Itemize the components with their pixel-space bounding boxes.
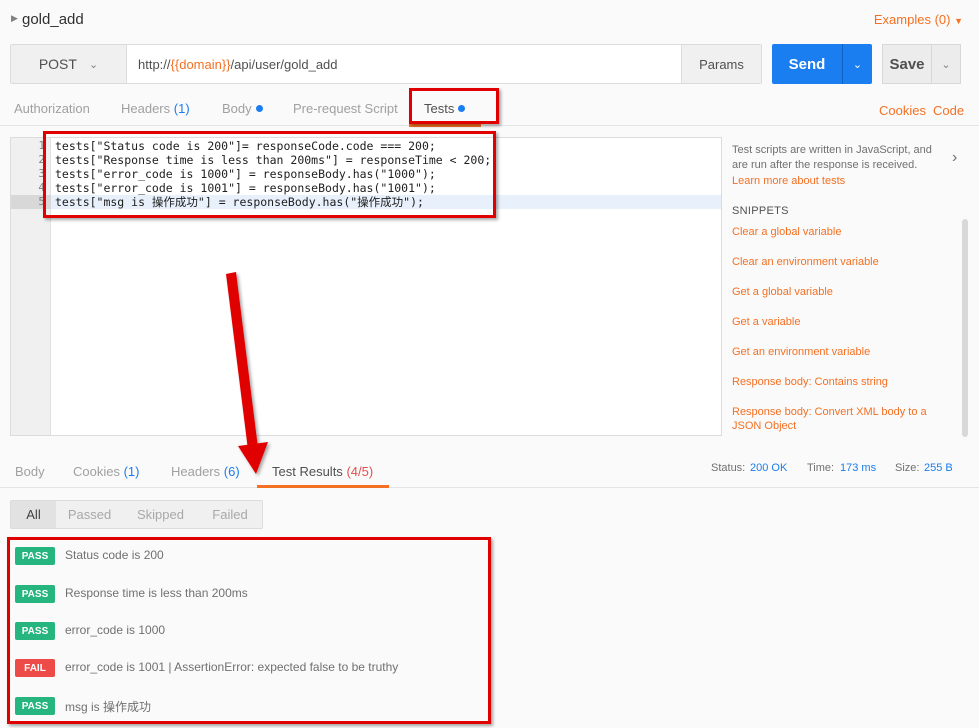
result-filter: All Passed Skipped Failed xyxy=(10,500,263,529)
annotation-box-results xyxy=(7,537,491,724)
time-label: Time: xyxy=(807,462,835,474)
params-button[interactable]: Params xyxy=(681,45,761,83)
annotation-box-code xyxy=(43,131,496,218)
modified-dot-icon xyxy=(255,105,263,112)
request-name[interactable]: gold_add xyxy=(22,11,84,28)
tab-test-results-label: Test Results xyxy=(272,464,343,479)
tab-headers-label: Headers xyxy=(121,101,171,116)
tab-headers-count: (6) xyxy=(223,464,240,479)
url-input[interactable]: http://{{domain}}/api/user/gold_add xyxy=(138,57,338,72)
tab-headers-count: (1) xyxy=(173,101,190,116)
snippets-heading: SNIPPETS xyxy=(732,205,789,217)
line-number: 4 xyxy=(38,181,45,194)
line-number: 2 xyxy=(38,153,45,166)
tab-body[interactable]: Body xyxy=(222,101,263,116)
tab-response-cookies[interactable]: Cookies (1) xyxy=(73,464,139,479)
line-number: 5 xyxy=(38,195,45,208)
examples-dropdown[interactable]: Examples (0) ▼ xyxy=(874,12,963,27)
snippets-panel: Test scripts are written in JavaScript, … xyxy=(722,137,979,437)
tab-body-label: Body xyxy=(222,101,252,116)
chevron-down-icon: ⌄ xyxy=(88,58,99,71)
status-value: 200 OK xyxy=(750,462,788,474)
tab-headers-label: Headers xyxy=(171,464,221,479)
url-bar: POST ⌄ http://{{domain}}/api/user/gold_a… xyxy=(10,44,762,84)
chevron-right-icon[interactable]: › xyxy=(952,149,957,167)
caret-right-icon[interactable]: ▶ xyxy=(11,13,18,24)
chevron-down-icon: ⌄ xyxy=(852,58,863,71)
snippet-item[interactable]: Clear a global variable xyxy=(732,225,952,239)
size-label: Size: xyxy=(895,462,920,474)
send-dropdown-button[interactable]: ⌄ xyxy=(842,44,872,84)
save-dropdown-button[interactable]: ⌄ xyxy=(931,44,961,84)
method-select[interactable]: POST ⌄ xyxy=(11,45,127,83)
snippet-item[interactable]: Response body: Contains string xyxy=(732,375,952,389)
tab-pre-request-script[interactable]: Pre-request Script xyxy=(293,101,398,116)
snippet-item[interactable]: Get an environment variable xyxy=(732,345,952,359)
chevron-down-icon: ⌄ xyxy=(941,58,951,71)
tab-cookies-count: (1) xyxy=(123,464,140,479)
active-tab-indicator xyxy=(409,124,481,127)
snippets-scrollbar[interactable] xyxy=(962,219,968,437)
snippet-item[interactable]: Response body: Convert XML body to a JSO… xyxy=(732,405,952,433)
snippet-item[interactable]: Get a global variable xyxy=(732,285,952,299)
size-value: 255 B xyxy=(924,462,953,474)
tab-test-results-count: (4/5) xyxy=(346,464,374,479)
annotation-box-tests-tab xyxy=(409,88,499,124)
tab-response-body[interactable]: Body xyxy=(15,464,45,479)
send-button[interactable]: Send xyxy=(772,44,842,84)
time-value: 173 ms xyxy=(840,462,877,474)
line-number: 1 xyxy=(38,139,45,152)
filter-failed[interactable]: Failed xyxy=(198,501,262,528)
url-path: /api/user/gold_add xyxy=(230,57,338,72)
filter-all[interactable]: All xyxy=(11,501,56,528)
cookies-link[interactable]: Cookies xyxy=(879,103,926,118)
tab-test-results[interactable]: Test Results (4/5) xyxy=(272,464,373,479)
tab-response-headers[interactable]: Headers (6) xyxy=(171,464,240,479)
url-variable: {{domain}} xyxy=(170,57,231,72)
method-label: POST xyxy=(38,56,77,72)
tab-cookies-label: Cookies xyxy=(73,464,120,479)
code-link[interactable]: Code xyxy=(933,103,964,118)
snippet-item[interactable]: Get a variable xyxy=(732,315,952,329)
tab-headers[interactable]: Headers (1) xyxy=(121,101,190,116)
examples-label: Examples (0) xyxy=(873,12,951,27)
tab-authorization[interactable]: Authorization xyxy=(14,101,90,116)
active-tab-indicator xyxy=(257,485,389,488)
line-number: 3 xyxy=(38,167,45,180)
caret-down-icon: ▼ xyxy=(954,16,963,26)
snippets-description: Test scripts are written in JavaScript, … xyxy=(732,144,932,171)
status-label: Status: xyxy=(711,462,746,474)
url-prefix: http:// xyxy=(138,57,171,72)
learn-more-link[interactable]: Learn more about tests xyxy=(732,175,845,187)
request-title-row: ▶ gold_add Examples (0) ▼ xyxy=(0,0,979,40)
filter-skipped[interactable]: Skipped xyxy=(123,501,198,528)
snippet-item[interactable]: Clear an environment variable xyxy=(732,255,952,269)
save-button[interactable]: Save xyxy=(882,44,932,84)
filter-passed[interactable]: Passed xyxy=(56,501,123,528)
